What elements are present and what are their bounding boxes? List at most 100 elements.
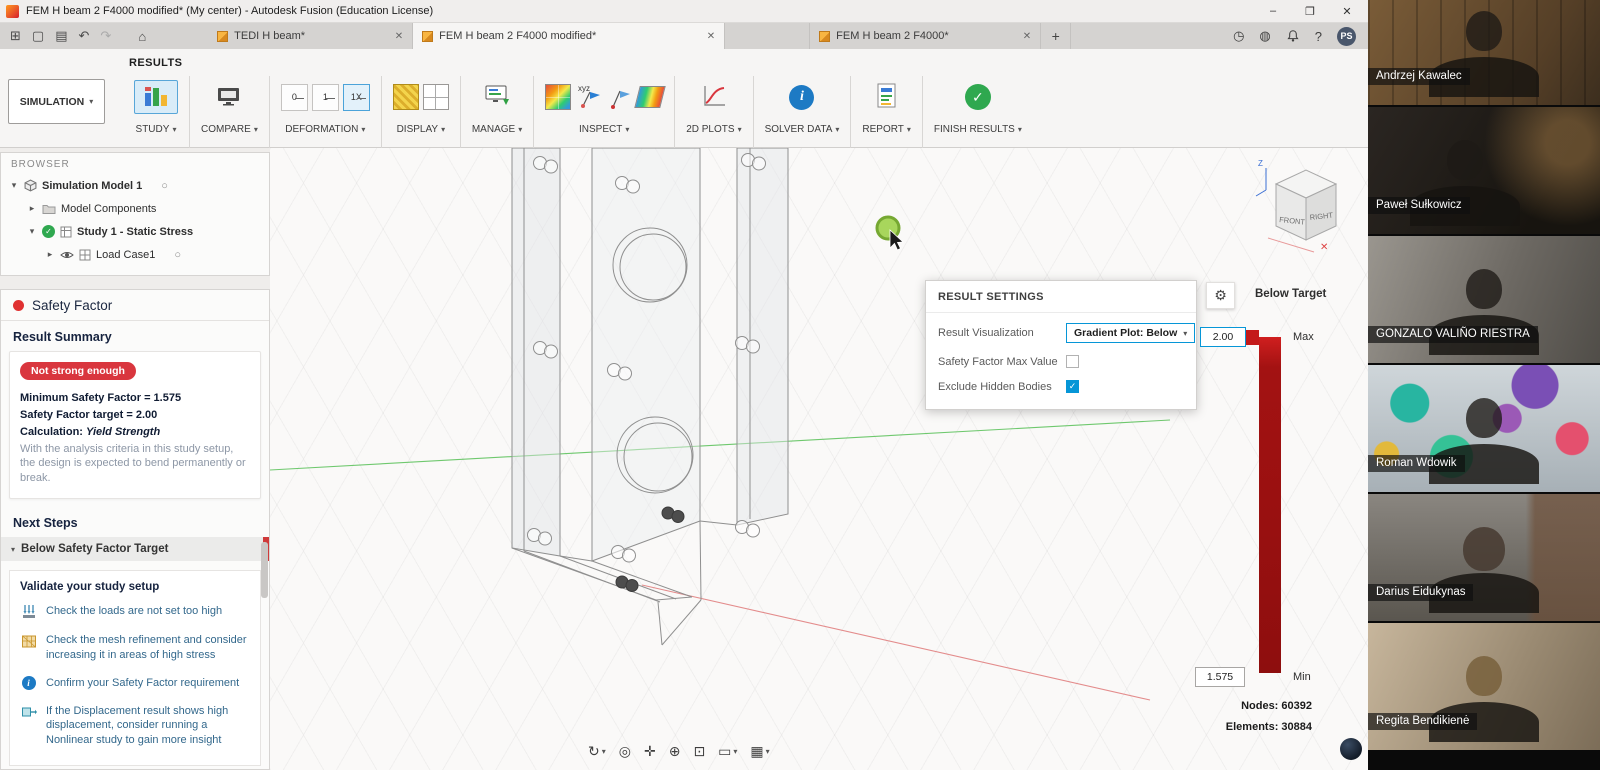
finish-results-button[interactable]: ✓ FINISH RESULTS▾ bbox=[925, 74, 1031, 135]
safety-panel-header: Safety Factor bbox=[1, 290, 269, 321]
viewport-3d[interactable]: Z FRONT RIGHT ✕ RESULT SETTINGS bbox=[270, 148, 1368, 770]
ribbon-toolbar: SIMULATION ▾ RESULTS STUDY▾ bbox=[0, 49, 1368, 148]
ribbon-tab-results[interactable]: RESULTS bbox=[129, 57, 182, 69]
participant-tile[interactable]: Paweł Sułkowicz bbox=[1368, 107, 1600, 234]
participant-tile[interactable]: GONZALO VALIÑO RIESTRA bbox=[1368, 236, 1600, 363]
exclude-hidden-checkbox[interactable]: ✓ bbox=[1066, 380, 1079, 393]
2d-plot-icon bbox=[700, 83, 728, 112]
study-button[interactable]: STUDY▾ bbox=[125, 74, 187, 135]
legend-color-bar[interactable] bbox=[1259, 337, 1281, 673]
legend-max-value[interactable]: 2.00 bbox=[1200, 327, 1246, 347]
caret-right-icon[interactable]: ▸ bbox=[45, 249, 55, 260]
surface-probe-icon[interactable] bbox=[607, 82, 633, 113]
look-at-icon[interactable]: ◎ bbox=[619, 743, 631, 760]
legend-min-value[interactable]: 1.575 bbox=[1195, 667, 1245, 687]
analysis-warning-text: With the analysis criteria in this study… bbox=[20, 442, 250, 487]
deformation-none-icon[interactable]: 0 bbox=[281, 84, 308, 111]
dialog-title: RESULT SETTINGS bbox=[926, 281, 1196, 313]
restore-button[interactable]: ❐ bbox=[1295, 5, 1325, 18]
display-settings-icon[interactable]: ▭▾ bbox=[718, 743, 737, 760]
caret-down-icon[interactable]: ▾ bbox=[27, 226, 37, 237]
fit-icon[interactable]: ⊡ bbox=[693, 743, 705, 760]
legend-settings-gear-icon[interactable]: ⚙ bbox=[1206, 282, 1235, 309]
participant-tile[interactable]: Roman Wdowik bbox=[1368, 365, 1600, 492]
participant-tile[interactable]: Darius Eidukynas bbox=[1368, 494, 1600, 621]
report-button[interactable]: REPORT▾ bbox=[853, 74, 920, 135]
extensions-icon[interactable]: ◍ bbox=[1259, 28, 1270, 44]
deformation-scaled-icon[interactable]: 1X bbox=[343, 84, 370, 111]
compare-button[interactable]: COMPARE▾ bbox=[192, 74, 267, 135]
manage-button[interactable]: MANAGE▾ bbox=[463, 74, 531, 135]
workspace: BROWSER ▾ Simulation Model 1 ○ ▸ bbox=[0, 148, 1368, 770]
pan-icon[interactable]: ✛ bbox=[644, 743, 656, 760]
close-button[interactable]: ✕ bbox=[1332, 5, 1362, 18]
undo-icon[interactable]: ↶ bbox=[79, 28, 90, 44]
participant-tile[interactable]: Andrzej Kawalec bbox=[1368, 0, 1600, 105]
browser-item-study[interactable]: ▾ ✓ Study 1 - Static Stress bbox=[1, 220, 269, 243]
finish-check-icon: ✓ bbox=[965, 84, 991, 110]
document-tab-bar: ⊞ ▢ ▤ ↶ ↷ ⌂ TEDI H beam* ✕ FEM H beam 2 … bbox=[0, 23, 1368, 49]
max-value-checkbox[interactable] bbox=[1066, 355, 1079, 368]
user-avatar[interactable]: PS bbox=[1337, 27, 1356, 46]
z-axis-label: Z bbox=[1258, 159, 1263, 168]
tab-close-icon[interactable]: ✕ bbox=[1023, 31, 1031, 42]
display-shaded-icon[interactable] bbox=[393, 84, 419, 110]
view-cube[interactable]: Z FRONT RIGHT ✕ bbox=[1252, 154, 1356, 258]
study-solved-check-icon: ✓ bbox=[42, 225, 55, 238]
caret-down-icon: ▾ bbox=[738, 125, 742, 134]
study-icon bbox=[134, 80, 178, 114]
browser-item-model-components[interactable]: ▸ Model Components bbox=[1, 197, 269, 220]
file-menu-icon[interactable]: ▢ bbox=[32, 28, 44, 44]
browser-item-simulation-model[interactable]: ▾ Simulation Model 1 ○ bbox=[1, 174, 269, 197]
workspace-selector[interactable]: SIMULATION ▾ bbox=[8, 79, 105, 124]
browser-item-load-case[interactable]: ▸ Load Case1 ○ bbox=[1, 243, 269, 266]
ribbon-divider bbox=[533, 76, 534, 148]
home-icon[interactable]: ⌂ bbox=[138, 29, 146, 44]
2d-plots-button[interactable]: 2D PLOTS▾ bbox=[677, 74, 750, 135]
tab-bar-right-icons: ◷ ◍ ? PS bbox=[1221, 23, 1368, 49]
ribbon-main: RESULTS STUDY▾ bbox=[105, 54, 1360, 147]
tab-fem-h-beam[interactable]: FEM H beam 2 F4000* ✕ bbox=[809, 23, 1041, 49]
help-icon[interactable]: ? bbox=[1315, 29, 1322, 44]
app-grid-icon[interactable]: ⊞ bbox=[10, 28, 21, 44]
legend-swatch-icon[interactable] bbox=[634, 86, 665, 108]
participant-tile[interactable]: Regita Bendikienė bbox=[1368, 623, 1600, 750]
tab-close-icon[interactable]: ✕ bbox=[395, 31, 403, 42]
report-icon bbox=[874, 82, 900, 113]
save-icon[interactable]: ▤ bbox=[55, 28, 67, 44]
solver-data-button[interactable]: i SOLVER DATA▾ bbox=[756, 74, 849, 135]
radio-icon[interactable]: ○ bbox=[161, 180, 168, 192]
notifications-icon[interactable] bbox=[1286, 29, 1300, 43]
visualization-dropdown[interactable]: Gradient Plot: Below ▾ bbox=[1066, 323, 1195, 343]
inspect-group[interactable]: xyz INSPECT▾ bbox=[536, 74, 672, 135]
result-summary-heading: Result Summary bbox=[1, 321, 269, 349]
display-group[interactable]: DISPLAY▾ bbox=[384, 74, 458, 135]
orbit-icon[interactable]: ↻▾ bbox=[588, 743, 606, 760]
deformation-group[interactable]: 0 1 1X DEFORMATION▾ bbox=[272, 74, 379, 135]
visibility-eye-icon[interactable] bbox=[60, 250, 74, 260]
layout-grid-icon[interactable]: ▦▾ bbox=[750, 743, 769, 760]
tab-close-icon[interactable]: ✕ bbox=[707, 31, 715, 42]
display-mesh-icon[interactable] bbox=[423, 84, 449, 110]
caret-down-icon[interactable]: ▾ bbox=[9, 180, 19, 191]
job-status-icon[interactable]: ◷ bbox=[1233, 28, 1244, 44]
legend-min-label: Min bbox=[1293, 671, 1311, 683]
scrollbar-thumb[interactable] bbox=[261, 542, 268, 598]
document-tabs: TEDI H beam* ✕ FEM H beam 2 F4000 modifi… bbox=[208, 23, 1071, 49]
tab-tedi-h-beam[interactable]: TEDI H beam* ✕ bbox=[208, 23, 413, 49]
new-tab-button[interactable]: + bbox=[1041, 23, 1071, 49]
floating-chat-bubble[interactable] bbox=[1340, 738, 1362, 760]
calculation-line: Calculation: Yield Strength bbox=[20, 425, 250, 440]
tab-fem-h-beam-modified[interactable]: FEM H beam 2 F4000 modified* ✕ bbox=[413, 23, 725, 49]
zoom-icon[interactable]: ⊕ bbox=[669, 743, 681, 760]
h-beam-model[interactable] bbox=[512, 148, 788, 645]
deformation-actual-icon[interactable]: 1 bbox=[312, 84, 339, 111]
minimize-button[interactable]: – bbox=[1258, 5, 1288, 17]
point-probe-icon[interactable]: xyz bbox=[575, 82, 603, 113]
redo-icon[interactable]: ↷ bbox=[100, 28, 111, 44]
fusion-app-icon bbox=[6, 5, 19, 18]
radio-icon[interactable]: ○ bbox=[174, 249, 181, 261]
below-target-section-row[interactable]: ▾ Below Safety Factor Target bbox=[1, 537, 269, 561]
caret-right-icon[interactable]: ▸ bbox=[27, 203, 37, 214]
contour-result-icon[interactable] bbox=[545, 84, 571, 110]
